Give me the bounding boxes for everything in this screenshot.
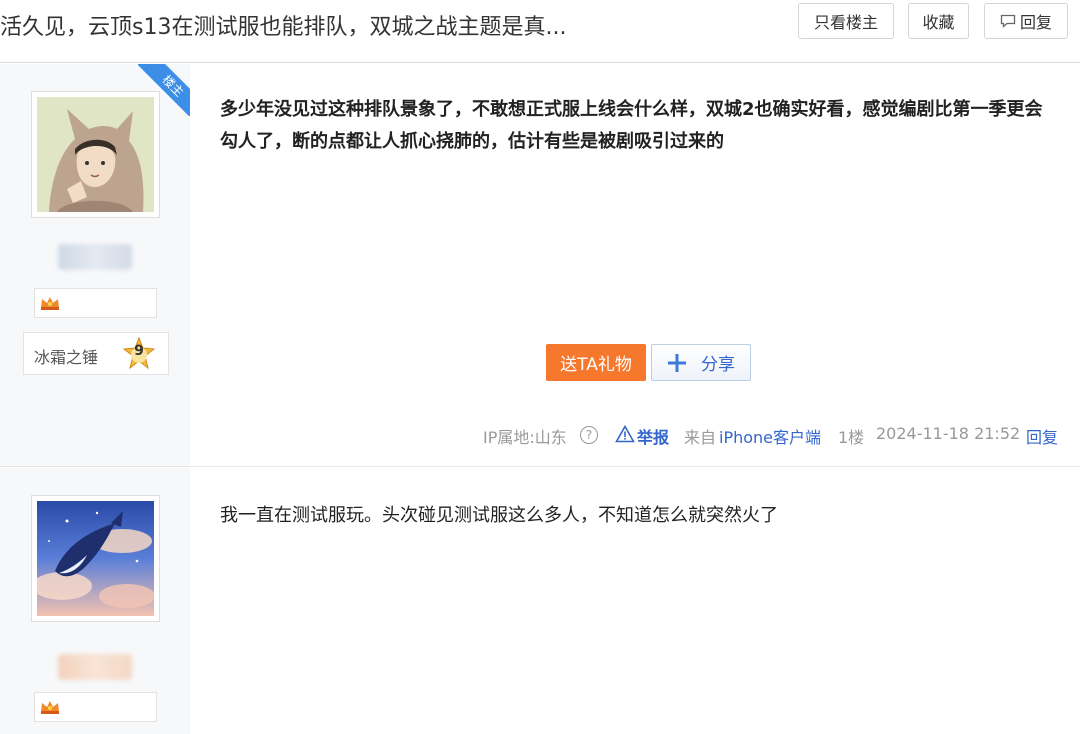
avatar[interactable]: [31, 495, 160, 622]
thread-title: 活久见，云顶s13在测试服也能排队，双城之战主题是真...: [0, 15, 567, 40]
post-floor-2: 我一直在测试服玩。头次碰见测试服这么多人，不知道怎么就突然火了: [0, 468, 1080, 734]
floor-number: 1楼: [838, 428, 865, 447]
ip-location: IP属地:山东: [483, 428, 567, 447]
op-ribbon: 楼主: [138, 64, 190, 116]
only-op-button[interactable]: 只看楼主: [798, 3, 894, 39]
thread-header: 活久见，云顶s13在测试服也能排队，双城之战主题是真... 只看楼主 收藏 回复: [0, 0, 1080, 63]
post-content: 我一直在测试服玩。头次碰见测试服这么多人，不知道怎么就突然火了: [220, 505, 778, 526]
crown-badge-icon: [41, 297, 59, 310]
reply-button[interactable]: 回复: [984, 3, 1068, 39]
op-tag: 楼主: [138, 64, 190, 116]
help-icon[interactable]: ?: [580, 426, 598, 444]
crown-badge-icon: [41, 701, 59, 714]
post-reply-link[interactable]: 回复: [1026, 424, 1058, 448]
post-time: 2024-11-18 21:52: [876, 424, 1021, 443]
share-button[interactable]: 分享: [651, 344, 751, 381]
share-label: 分享: [701, 355, 735, 375]
warning-icon[interactable]: [615, 425, 635, 443]
level-number: 9: [134, 343, 144, 359]
author-sidebar: [0, 468, 190, 734]
author-sidebar: 冰霜之锤 9: [0, 64, 190, 466]
level-name: 冰霜之锤: [34, 348, 99, 367]
reply-icon: [1000, 14, 1016, 28]
level-badge[interactable]: 冰霜之锤 9: [23, 332, 169, 375]
favorite-button[interactable]: 收藏: [908, 3, 969, 39]
from-label: 来自: [684, 428, 717, 447]
post-floor-1: 冰霜之锤 9 楼主 多少年没见过这种排队景象了，不敢想正式服上线会什么样，双城2…: [0, 64, 1080, 467]
post-content: 多少年没见过这种排队景象了，不敢想正式服上线会什么样，双城2也确实好看，感觉编剧…: [220, 99, 1043, 152]
client-link[interactable]: iPhone客户端: [719, 424, 821, 448]
member-badge: [34, 692, 157, 722]
share-plus-icon: [668, 353, 686, 372]
reply-button-label: 回复: [1019, 13, 1052, 32]
report-link[interactable]: 举报: [637, 424, 669, 448]
send-gift-button[interactable]: 送TA礼物: [546, 344, 646, 381]
username-blurred[interactable]: [58, 244, 132, 270]
avatar-image: [37, 97, 154, 212]
username-blurred[interactable]: [58, 654, 132, 680]
member-badge: [34, 288, 157, 318]
avatar-image: [37, 501, 154, 616]
